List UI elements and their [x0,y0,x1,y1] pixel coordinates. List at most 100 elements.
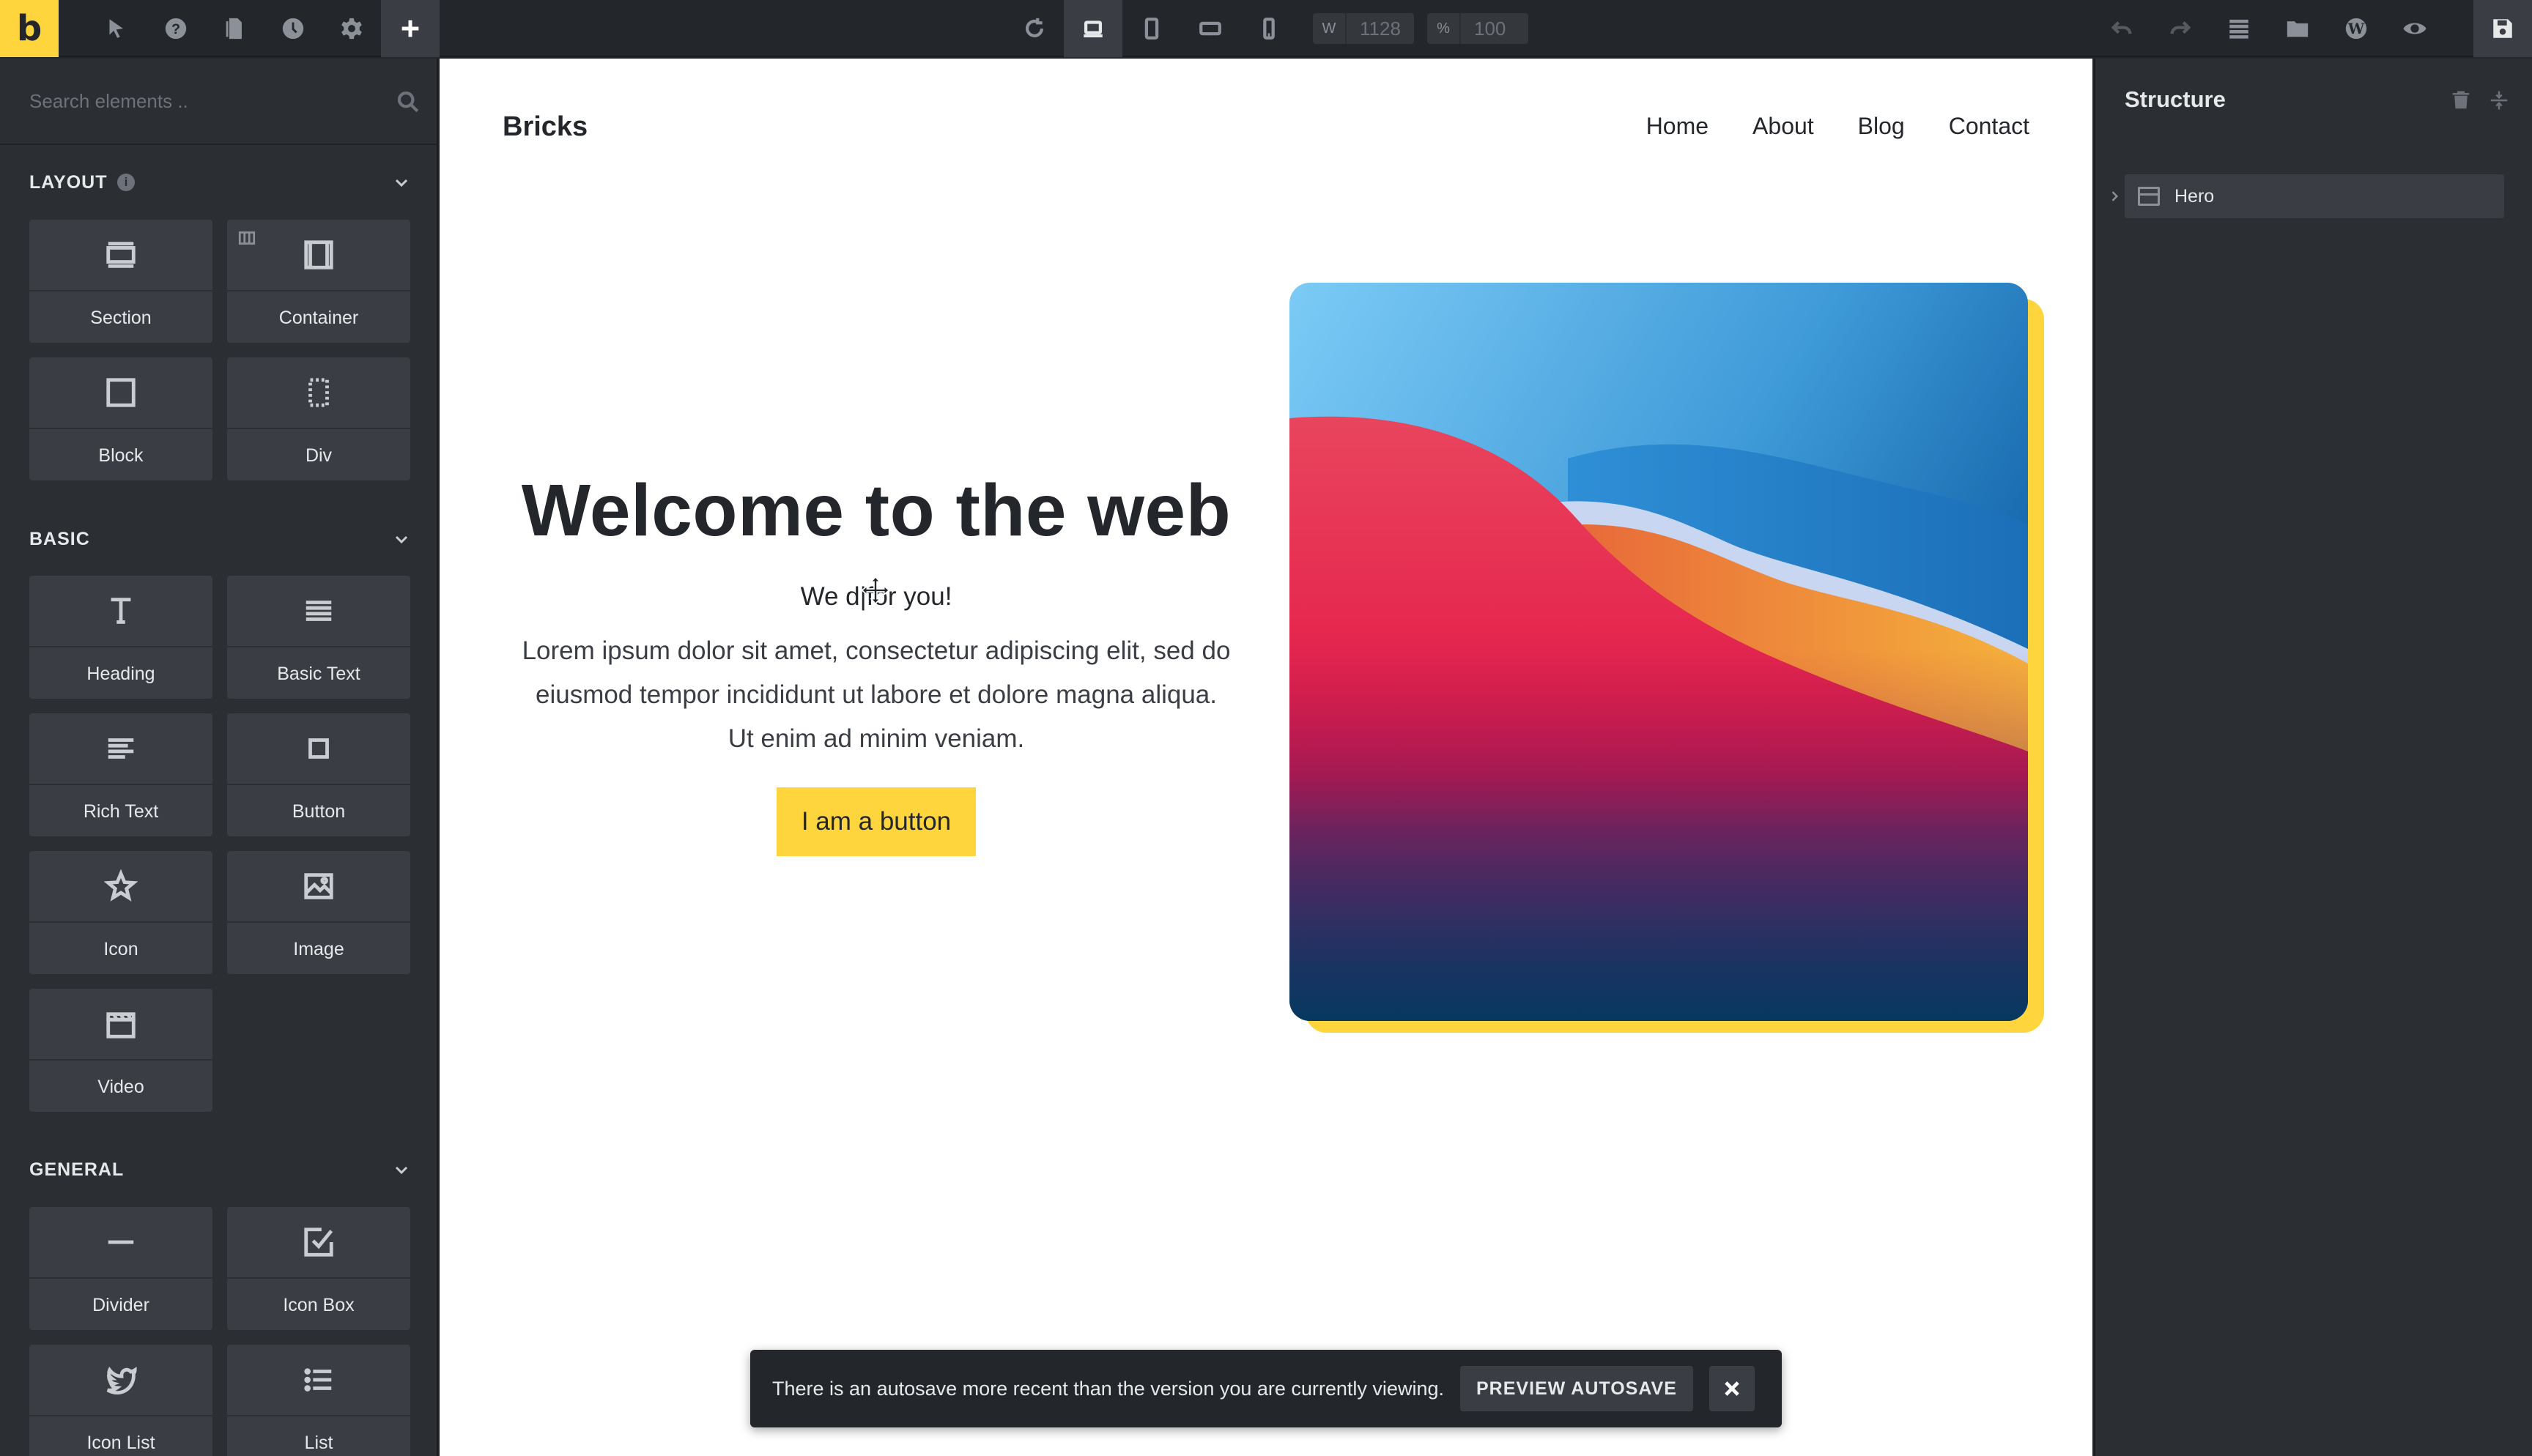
element-label: Icon Box [283,1294,355,1315]
element-section[interactable]: Section [29,220,212,343]
autosave-notification: There is an autosave more recent than th… [750,1350,1782,1427]
svg-text:W: W [2347,20,2365,37]
chevron-down-icon[interactable] [393,1161,410,1178]
body-line: eiusmod tempor incididunt ut labore et d… [535,680,1217,709]
element-list[interactable]: List [227,1345,410,1456]
category-basic[interactable]: BASIC [29,521,410,557]
structure-item-hero[interactable]: Hero [2125,174,2504,218]
list-icon [227,1345,410,1416]
divider-icon [29,1207,212,1279]
trash-icon[interactable] [2450,89,2472,111]
builder-canvas[interactable]: Bricks Home About Blog Contact Welcome t… [440,59,2092,1456]
mobile-view-icon[interactable] [1240,0,1298,57]
star-icon [29,851,212,923]
canvas-width-input[interactable]: W 1128 [1313,13,1414,44]
element-label: Section [90,307,152,328]
element-video[interactable]: Video [29,989,212,1112]
desktop-view-icon[interactable] [1064,0,1122,57]
nav-blog[interactable]: Blog [1858,113,1905,140]
structure-layers-icon[interactable] [2210,0,2268,57]
element-label: Heading [86,663,155,684]
container-icon [227,220,410,291]
element-icon-list[interactable]: Icon List [29,1345,212,1456]
preview-eye-icon[interactable] [2385,0,2444,57]
bricks-logo[interactable]: b [0,0,59,57]
element-label: Divider [92,1294,149,1315]
element-label: Basic Text [277,663,360,684]
add-element-plus-icon[interactable] [381,0,440,57]
close-icon[interactable] [1709,1366,1755,1411]
heading-icon [29,576,212,647]
element-label: Container [278,307,359,328]
section-icon [29,220,212,291]
info-icon[interactable]: i [117,174,136,191]
chevron-down-icon[interactable] [393,174,410,191]
templates-folder-icon[interactable] [2268,0,2327,57]
wordpress-icon[interactable]: W [2327,0,2385,57]
nav-contact[interactable]: Contact [1949,113,2029,140]
element-div[interactable]: Div [227,357,410,480]
collapse-all-icon[interactable] [2488,89,2510,111]
hero-body-text[interactable]: Lorem ipsum dolor sit amet, consectetur … [503,629,1250,761]
element-icon[interactable]: Icon [29,851,212,974]
history-icon[interactable] [264,0,322,57]
section-icon [2138,187,2160,206]
nav-about[interactable]: About [1752,113,1814,140]
pages-icon[interactable] [205,0,264,57]
tablet-portrait-icon[interactable] [1122,0,1181,57]
structure-title: Structure [2125,86,2226,112]
element-button[interactable]: Button [227,713,410,836]
category-label: LAYOUT [29,171,108,193]
site-nav: Home About Blog Contact [1646,113,2029,140]
undo-icon[interactable] [2092,0,2151,57]
element-label: Video [97,1076,144,1097]
nav-home[interactable]: Home [1646,113,1709,140]
category-layout[interactable]: LAYOUT i [29,164,410,201]
hero-heading[interactable]: Welcome to the web [503,469,1250,553]
search-icon[interactable] [396,89,421,114]
element-container[interactable]: Container [227,220,410,343]
chevron-right-icon[interactable] [2107,189,2122,204]
settings-gear-icon[interactable] [322,0,381,57]
bricks-builder: b ? W 1128 % 100 W Search elements .. LA… [0,0,2532,1456]
help-icon[interactable]: ? [147,0,205,57]
hero-image[interactable] [1289,283,2028,1021]
move-cursor-icon [861,576,890,605]
category-general[interactable]: GENERAL [29,1151,410,1188]
top-toolbar: b ? W 1128 % 100 W [0,0,2532,57]
element-label: Image [293,938,344,959]
twitter-bird-icon [29,1345,212,1416]
preview-autosave-button[interactable]: PREVIEW AUTOSAVE [1459,1366,1693,1411]
search-elements-input[interactable] [29,85,381,117]
site-logo[interactable]: Bricks [503,111,588,143]
element-heading[interactable]: Heading [29,576,212,699]
video-clapper-icon [29,989,212,1061]
element-divider[interactable]: Divider [29,1207,212,1330]
redo-icon[interactable] [2151,0,2210,57]
element-icon-box[interactable]: Icon Box [227,1207,410,1330]
element-search [0,59,437,145]
tablet-landscape-icon[interactable] [1181,0,1240,57]
button-icon [227,713,410,785]
zoom-value: 100 [1474,17,1506,40]
reload-icon[interactable] [1005,0,1064,57]
autosave-message: There is an autosave more recent than th… [772,1377,1444,1400]
element-label: Icon [103,938,138,959]
element-image[interactable]: Image [227,851,410,974]
structure-panel: Structure Hero [2094,59,2532,1456]
element-block[interactable]: Block [29,357,212,480]
body-line: Ut enim ad minim veniam. [728,724,1025,753]
hero-button[interactable]: I am a button [776,787,977,856]
block-icon [29,357,212,429]
element-label: Rich Text [83,801,159,822]
element-rich-text[interactable]: Rich Text [29,713,212,836]
element-basic-text[interactable]: Basic Text [227,576,410,699]
canvas-zoom-input[interactable]: % 100 [1427,13,1528,44]
cursor-icon[interactable] [86,0,145,57]
save-icon[interactable] [2473,0,2532,57]
zoom-label: % [1427,13,1461,44]
structure-item-label: Hero [2174,185,2215,207]
element-label: Icon List [86,1432,155,1453]
checkbox-icon [227,1207,410,1279]
chevron-down-icon[interactable] [393,530,410,548]
